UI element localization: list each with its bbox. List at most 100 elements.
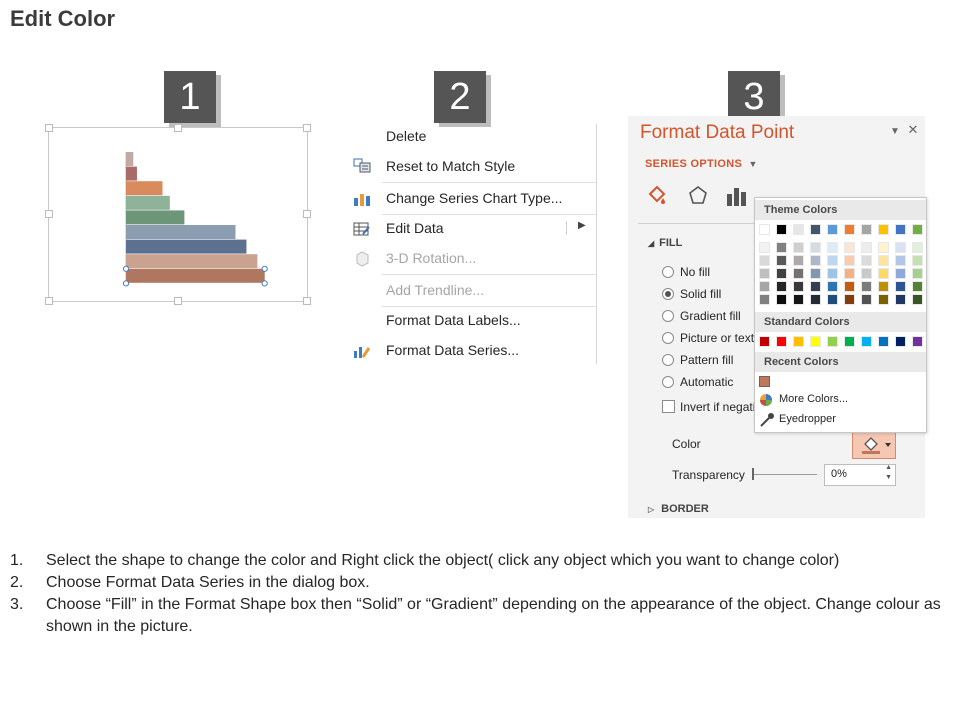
- menu-item-change-chart-type[interactable]: Change Series Chart Type...: [386, 190, 562, 206]
- standard-color-swatch[interactable]: [810, 336, 821, 347]
- resize-handle-r[interactable]: [303, 210, 311, 218]
- standard-color-swatch[interactable]: [759, 336, 770, 347]
- theme-shade-swatch[interactable]: [912, 255, 923, 266]
- menu-item-format-data-series[interactable]: Format Data Series...: [386, 342, 519, 358]
- theme-shade-swatch[interactable]: [895, 281, 906, 292]
- theme-shade-swatch[interactable]: [861, 281, 872, 292]
- theme-shade-swatch[interactable]: [759, 281, 770, 292]
- fill-color-button[interactable]: [852, 431, 896, 459]
- checkbox[interactable]: [662, 400, 675, 413]
- theme-color-swatch[interactable]: [878, 224, 889, 235]
- theme-shade-swatch[interactable]: [878, 268, 889, 279]
- theme-shade-swatch[interactable]: [776, 242, 787, 253]
- radio-button[interactable]: [662, 288, 674, 300]
- menu-item-delete[interactable]: Delete: [386, 128, 426, 144]
- theme-shade-swatch[interactable]: [810, 281, 821, 292]
- series-options-dropdown[interactable]: SERIES OPTIONS ▼: [645, 158, 758, 170]
- theme-shade-swatch[interactable]: [912, 268, 923, 279]
- theme-shade-swatch[interactable]: [810, 242, 821, 253]
- selection-handle[interactable]: [122, 265, 130, 272]
- theme-shade-swatch[interactable]: [861, 294, 872, 305]
- menu-item-3d-rotation[interactable]: 3-D Rotation...: [386, 250, 476, 266]
- menu-item-edit-data[interactable]: Edit Data: [386, 220, 444, 236]
- theme-shade-swatch[interactable]: [844, 294, 855, 305]
- chart-bar[interactable]: [126, 239, 247, 254]
- series-options-tab-icon[interactable]: [725, 184, 749, 208]
- theme-color-swatch[interactable]: [912, 224, 923, 235]
- theme-shade-swatch[interactable]: [827, 281, 838, 292]
- theme-shade-swatch[interactable]: [861, 255, 872, 266]
- theme-shade-swatch[interactable]: [878, 281, 889, 292]
- radio-gradient-fill[interactable]: Gradient fill: [662, 309, 741, 323]
- invert-if-negative-checkbox[interactable]: Invert if negati: [662, 400, 755, 414]
- theme-color-swatch[interactable]: [895, 224, 906, 235]
- fill-section-header[interactable]: ◢ FILL: [648, 237, 682, 249]
- standard-color-swatch[interactable]: [844, 336, 855, 347]
- radio-button[interactable]: [662, 354, 674, 366]
- theme-color-swatch[interactable]: [776, 224, 787, 235]
- bar-chart[interactable]: [110, 150, 280, 300]
- chart-bar[interactable]: [126, 195, 170, 210]
- standard-color-swatch[interactable]: [895, 336, 906, 347]
- theme-color-swatch[interactable]: [810, 224, 821, 235]
- resize-handle-br[interactable]: [303, 297, 311, 305]
- theme-shade-swatch[interactable]: [844, 268, 855, 279]
- theme-shade-swatch[interactable]: [793, 255, 804, 266]
- transparency-input[interactable]: 0% ▲ ▼: [824, 464, 896, 486]
- selection-handle[interactable]: [261, 265, 268, 272]
- theme-shade-swatch[interactable]: [810, 255, 821, 266]
- menu-item-reset-style[interactable]: Reset to Match Style: [386, 158, 515, 174]
- theme-shade-swatch[interactable]: [776, 268, 787, 279]
- standard-color-swatch[interactable]: [776, 336, 787, 347]
- theme-shade-swatch[interactable]: [878, 242, 889, 253]
- theme-shade-swatch[interactable]: [827, 255, 838, 266]
- radio-solid-fill[interactable]: Solid fill: [662, 287, 721, 301]
- spin-up-icon[interactable]: ▲: [885, 464, 892, 471]
- close-icon[interactable]: ✕: [908, 122, 919, 137]
- theme-shade-swatch[interactable]: [810, 268, 821, 279]
- theme-shade-swatch[interactable]: [861, 242, 872, 253]
- theme-shade-swatch[interactable]: [810, 294, 821, 305]
- theme-shade-swatch[interactable]: [793, 281, 804, 292]
- transparency-slider-thumb[interactable]: [752, 468, 754, 480]
- theme-shade-swatch[interactable]: [895, 294, 906, 305]
- theme-shade-swatch[interactable]: [776, 294, 787, 305]
- radio-button[interactable]: [662, 376, 674, 388]
- effects-tab-icon[interactable]: [686, 184, 710, 208]
- theme-shade-swatch[interactable]: [827, 268, 838, 279]
- resize-handle-l[interactable]: [45, 210, 53, 218]
- theme-shade-swatch[interactable]: [776, 255, 787, 266]
- chart-bar[interactable]: [126, 210, 185, 225]
- radio-button[interactable]: [662, 332, 674, 344]
- theme-shade-swatch[interactable]: [793, 294, 804, 305]
- chart-bar[interactable]: [126, 181, 163, 196]
- recent-color-swatch[interactable]: [759, 376, 770, 387]
- theme-color-swatch[interactable]: [844, 224, 855, 235]
- selection-handle[interactable]: [122, 280, 130, 287]
- spin-down-icon[interactable]: ▼: [885, 474, 892, 481]
- theme-shade-swatch[interactable]: [844, 255, 855, 266]
- theme-shade-swatch[interactable]: [878, 255, 889, 266]
- theme-color-swatch[interactable]: [861, 224, 872, 235]
- standard-color-swatch[interactable]: [793, 336, 804, 347]
- theme-shade-swatch[interactable]: [827, 294, 838, 305]
- chart-bar[interactable]: [126, 166, 137, 181]
- resize-handle-tl[interactable]: [45, 124, 53, 132]
- theme-color-swatch[interactable]: [827, 224, 838, 235]
- chart-bar[interactable]: [126, 225, 236, 239]
- radio-automatic[interactable]: Automatic: [662, 375, 733, 389]
- resize-handle-tr[interactable]: [303, 124, 311, 132]
- theme-shade-swatch[interactable]: [912, 281, 923, 292]
- theme-shade-swatch[interactable]: [759, 255, 770, 266]
- theme-shade-swatch[interactable]: [912, 294, 923, 305]
- selection-handle[interactable]: [261, 280, 268, 287]
- border-section-header[interactable]: ▷ BORDER: [648, 503, 709, 515]
- eyedropper-item[interactable]: Eyedropper: [779, 413, 836, 425]
- theme-shade-swatch[interactable]: [895, 242, 906, 253]
- radio-no-fill[interactable]: No fill: [662, 265, 710, 279]
- theme-shade-swatch[interactable]: [912, 242, 923, 253]
- theme-shade-swatch[interactable]: [793, 268, 804, 279]
- theme-shade-swatch[interactable]: [759, 268, 770, 279]
- menu-item-add-trendline[interactable]: Add Trendline...: [386, 282, 484, 298]
- chart-bar[interactable]: [126, 254, 258, 269]
